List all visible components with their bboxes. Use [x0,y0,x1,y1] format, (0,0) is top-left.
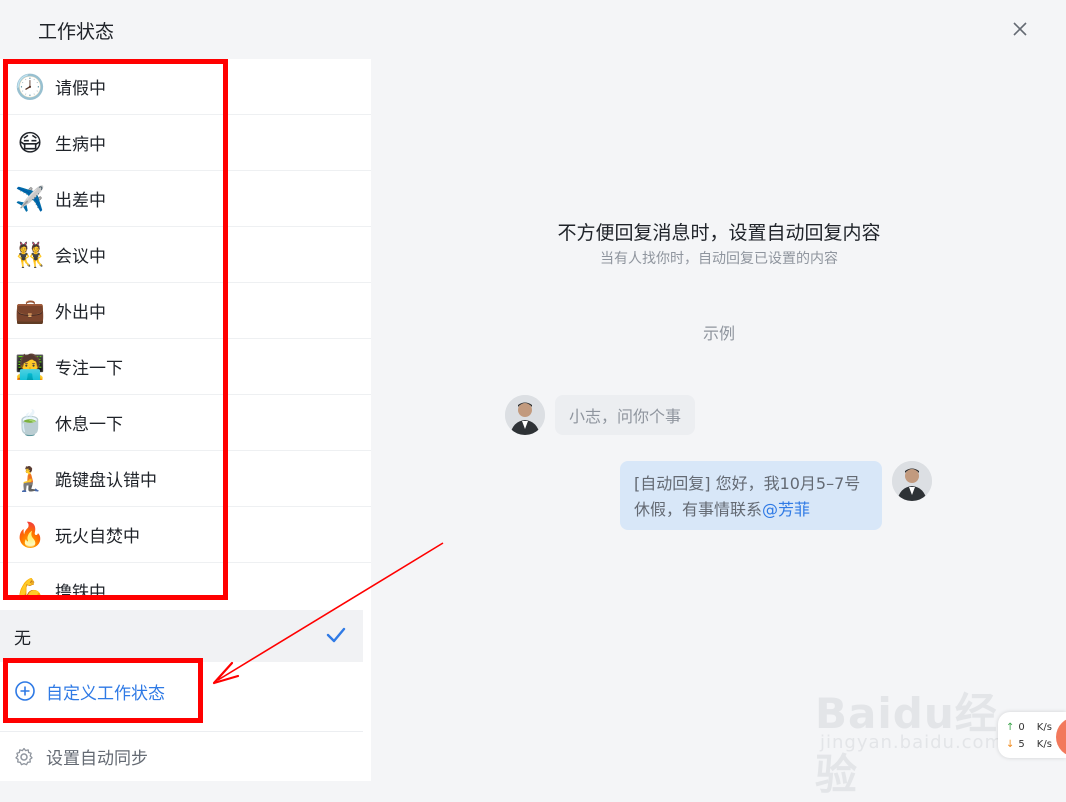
avatar [505,395,545,435]
upload-arrow-icon: ↑ [1006,722,1015,733]
status-label: 请假中 [55,79,106,99]
check-icon [326,627,346,643]
avatar [892,461,932,501]
status-label: 外出中 [55,303,106,323]
autoreply-bubble: [自动回复] 您好，我10月5–7号 休假，有事情联系@芳菲 [620,461,882,530]
divider [0,731,363,732]
custom-status-label: 自定义工作状态 [46,683,165,704]
fire-icon: 🔥 [15,520,45,549]
window-header: 工作状态 [0,0,1066,59]
status-label: 玩火自焚中 [55,527,140,547]
status-item-leave[interactable]: 🕗 请假中 [0,59,371,115]
status-label: 撸铁中 [55,583,106,599]
status-label: 跪键盘认错中 [55,471,157,491]
status-item-business-trip[interactable]: ✈️ 出差中 [0,171,371,227]
status-item-out[interactable]: 💼 外出中 [0,283,371,339]
example-label: 示例 [702,324,735,343]
status-sidebar: 🕗 请假中 😷 生病中 ✈️ 出差中 👯 会议中 💼 外出中 🧑‍💻 专注一下 … [0,59,371,781]
auto-sync-button[interactable]: 设置自动同步 [0,734,363,779]
mask-face-icon: 😷 [17,128,43,157]
custom-status-button[interactable]: 自定义工作状态 [0,665,363,717]
status-item-focus[interactable]: 🧑‍💻 专注一下 [0,339,371,395]
upload-speed: 0 [1018,722,1025,733]
close-icon[interactable] [1006,15,1034,43]
flexed-biceps-icon: 💪 [15,576,45,600]
airplane-icon: ✈️ [15,184,45,213]
status-label: 出差中 [55,191,106,211]
status-item-meeting[interactable]: 👯 会议中 [0,227,371,283]
status-item-workout[interactable]: 💪 撸铁中 [0,563,371,600]
meeting-people-icon: 👯 [15,240,45,269]
autoreply-subtitle: 当有人找你时，自动回复已设置的内容 [600,251,838,267]
status-label: 生病中 [55,135,106,155]
window-title: 工作状态 [38,21,115,43]
kneeling-person-icon: 🧎 [15,464,45,493]
status-item-none[interactable]: 无 [0,610,363,662]
incoming-message-bubble: 小志，问你个事 [555,395,696,435]
status-list: 🕗 请假中 😷 生病中 ✈️ 出差中 👯 会议中 💼 外出中 🧑‍💻 专注一下 … [0,59,371,599]
mention-link[interactable]: @芳菲 [762,500,810,519]
gear-icon [15,747,33,765]
tea-icon: 🍵 [15,408,45,437]
auto-sync-label: 设置自动同步 [46,749,148,769]
status-label: 会议中 [55,247,106,267]
status-label: 专注一下 [55,359,123,379]
speed-unit: K/s [1036,739,1052,750]
briefcase-icon: 💼 [15,296,45,325]
download-speed: 5 [1018,739,1025,750]
speed-unit: K/s [1036,722,1052,733]
clock-icon: 🕗 [15,72,45,101]
reply-line-2: 休假，有事情联系@芳菲 [634,497,868,523]
laptop-person-icon: 🧑‍💻 [15,352,45,381]
status-item-apologize[interactable]: 🧎 跪键盘认错中 [0,451,371,507]
watermark-url: jingyan.baidu.com [820,732,1004,753]
reply-line-1: [自动回复] 您好，我10月5–7号 [634,474,861,493]
download-arrow-icon: ↓ [1006,739,1015,750]
none-label: 无 [14,628,31,649]
plus-circle-icon [15,681,35,701]
status-item-sick[interactable]: 😷 生病中 [0,115,371,171]
status-label: 休息一下 [55,415,123,435]
autoreply-title: 不方便回复消息时，设置自动回复内容 [557,222,881,244]
status-item-rest[interactable]: 🍵 休息一下 [0,395,371,451]
reply-line-2-text: 休假，有事情联系 [634,500,763,519]
status-item-playing-fire[interactable]: 🔥 玩火自焚中 [0,507,371,563]
